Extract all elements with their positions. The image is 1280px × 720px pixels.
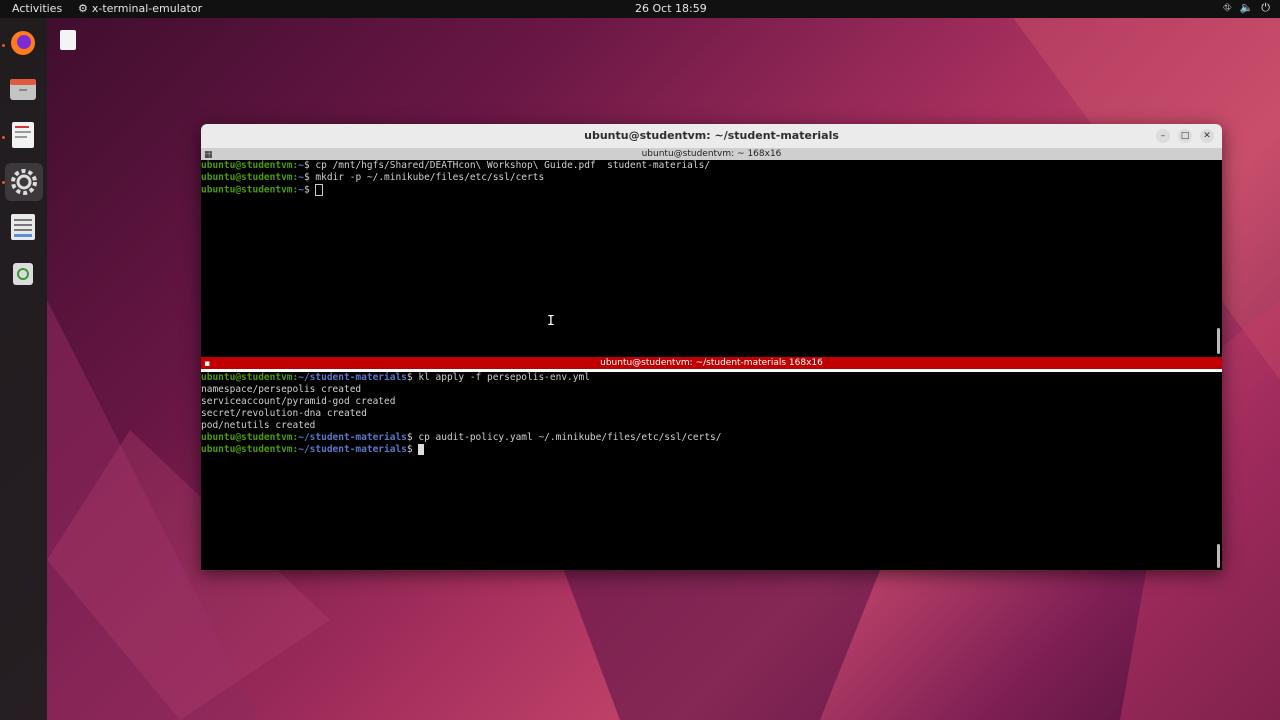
bottom-pane-bar[interactable]: ▪ ubuntu@studentvm: ~/student-materials …: [201, 357, 1222, 369]
terminal-cursor: [418, 444, 425, 455]
bottom-terminal-pane[interactable]: ubuntu@studentvm:~/student-materials$ kl…: [201, 369, 1222, 569]
activities-button[interactable]: Activities: [12, 2, 62, 15]
power-icon[interactable]: ⏻: [1261, 1, 1270, 15]
output-line: pod/netutils created: [201, 420, 316, 431]
files-icon[interactable]: [8, 74, 38, 104]
network-icon[interactable]: ⛗: [1223, 1, 1232, 15]
terminal-line: ubuntu@studentvm:~$: [201, 184, 1222, 196]
top-pane-bar[interactable]: ▦ ubuntu@studentvm: ~ 168x16: [201, 148, 1222, 160]
terminal-line: ubuntu@studentvm:~$ cp /mnt/hgfs/Shared/…: [201, 160, 1222, 172]
clock[interactable]: 26 Oct 18:59: [635, 2, 707, 15]
prompt-user: ubuntu@studentvm:: [201, 372, 299, 383]
terminal-line: ubuntu@studentvm:~/student-materials$: [201, 444, 1222, 456]
top-pane-scrollbar[interactable]: [1217, 328, 1220, 354]
command-text: $: [303, 184, 316, 196]
prompt-path: ~/student-materials: [298, 432, 407, 443]
minimize-button[interactable]: –: [1156, 129, 1170, 143]
bottom-pane-scrollbar[interactable]: [1217, 544, 1220, 568]
firefox-icon[interactable]: [8, 28, 38, 58]
dock: [0, 18, 47, 720]
window-titlebar[interactable]: ubuntu@studentvm: ~/student-materials – …: [201, 124, 1222, 148]
terminal-cursor: [315, 184, 324, 196]
prompt-user: ubuntu@studentvm:: [201, 160, 299, 171]
top-pane-label: ubuntu@studentvm: ~ 168x16: [641, 149, 782, 159]
bottom-pane-label: ubuntu@studentvm: ~/student-materials 16…: [600, 358, 823, 368]
app-menu[interactable]: ⚙ x-terminal-emulator: [78, 2, 202, 15]
terminal-line: ubuntu@studentvm:~/student-materials$ cp…: [201, 432, 1222, 444]
desktop-file-icon[interactable]: [60, 30, 76, 50]
terminal-line: ubuntu@studentvm:~/student-materials$ kl…: [201, 372, 1222, 384]
command-text: $ cp /mnt/hgfs/Shared/DEATHcon\ Workshop…: [303, 160, 711, 171]
prompt-path: ~/student-materials: [298, 444, 407, 455]
window-title: ubuntu@studentvm: ~/student-materials: [584, 129, 839, 142]
volume-icon[interactable]: 🔈: [1240, 1, 1254, 15]
prompt-user: ubuntu@studentvm:: [201, 172, 299, 183]
prompt-path: ~/student-materials: [298, 372, 407, 383]
running-indicator: [2, 44, 5, 47]
command-text: $ mkdir -p ~/.minikube/files/etc/ssl/cer…: [303, 172, 545, 183]
command-text: $ cp audit-policy.yaml ~/.minikube/files…: [406, 432, 722, 443]
terminal-line: ubuntu@studentvm:~$ mkdir -p ~/.minikube…: [201, 172, 1222, 184]
running-indicator: [2, 136, 5, 139]
top-bar: Activities ⚙ x-terminal-emulator 26 Oct …: [0, 0, 1280, 18]
output-line: secret/revolution-dna created: [201, 408, 367, 419]
prompt-user: ubuntu@studentvm:: [201, 184, 299, 196]
prompt-user: ubuntu@studentvm:: [201, 432, 299, 443]
prompt-user: ubuntu@studentvm:: [201, 444, 299, 455]
settings-icon[interactable]: [5, 163, 43, 201]
maximize-button[interactable]: □: [1178, 129, 1192, 143]
system-tray[interactable]: ⛗ 🔈 ⏻: [1223, 1, 1270, 15]
command-text: $ kl apply -f persepolis-env.yml: [406, 372, 590, 383]
app-gear-icon: ⚙: [78, 2, 88, 15]
output-line: namespace/persepolis created: [201, 384, 362, 395]
output-line: serviceaccount/pyramid-god created: [201, 396, 396, 407]
command-text: $: [406, 444, 419, 455]
close-button[interactable]: ✕: [1200, 129, 1214, 143]
top-terminal-pane[interactable]: ubuntu@studentvm:~$ cp /mnt/hgfs/Shared/…: [201, 160, 1222, 357]
app-name: x-terminal-emulator: [91, 2, 203, 15]
terminal-window[interactable]: ubuntu@studentvm: ~/student-materials – …: [201, 124, 1222, 570]
mouse-ibeam-cursor: I: [547, 314, 555, 329]
text-editor-icon[interactable]: [8, 120, 38, 150]
trash-icon[interactable]: [8, 258, 38, 288]
document-viewer-icon[interactable]: [8, 212, 38, 242]
